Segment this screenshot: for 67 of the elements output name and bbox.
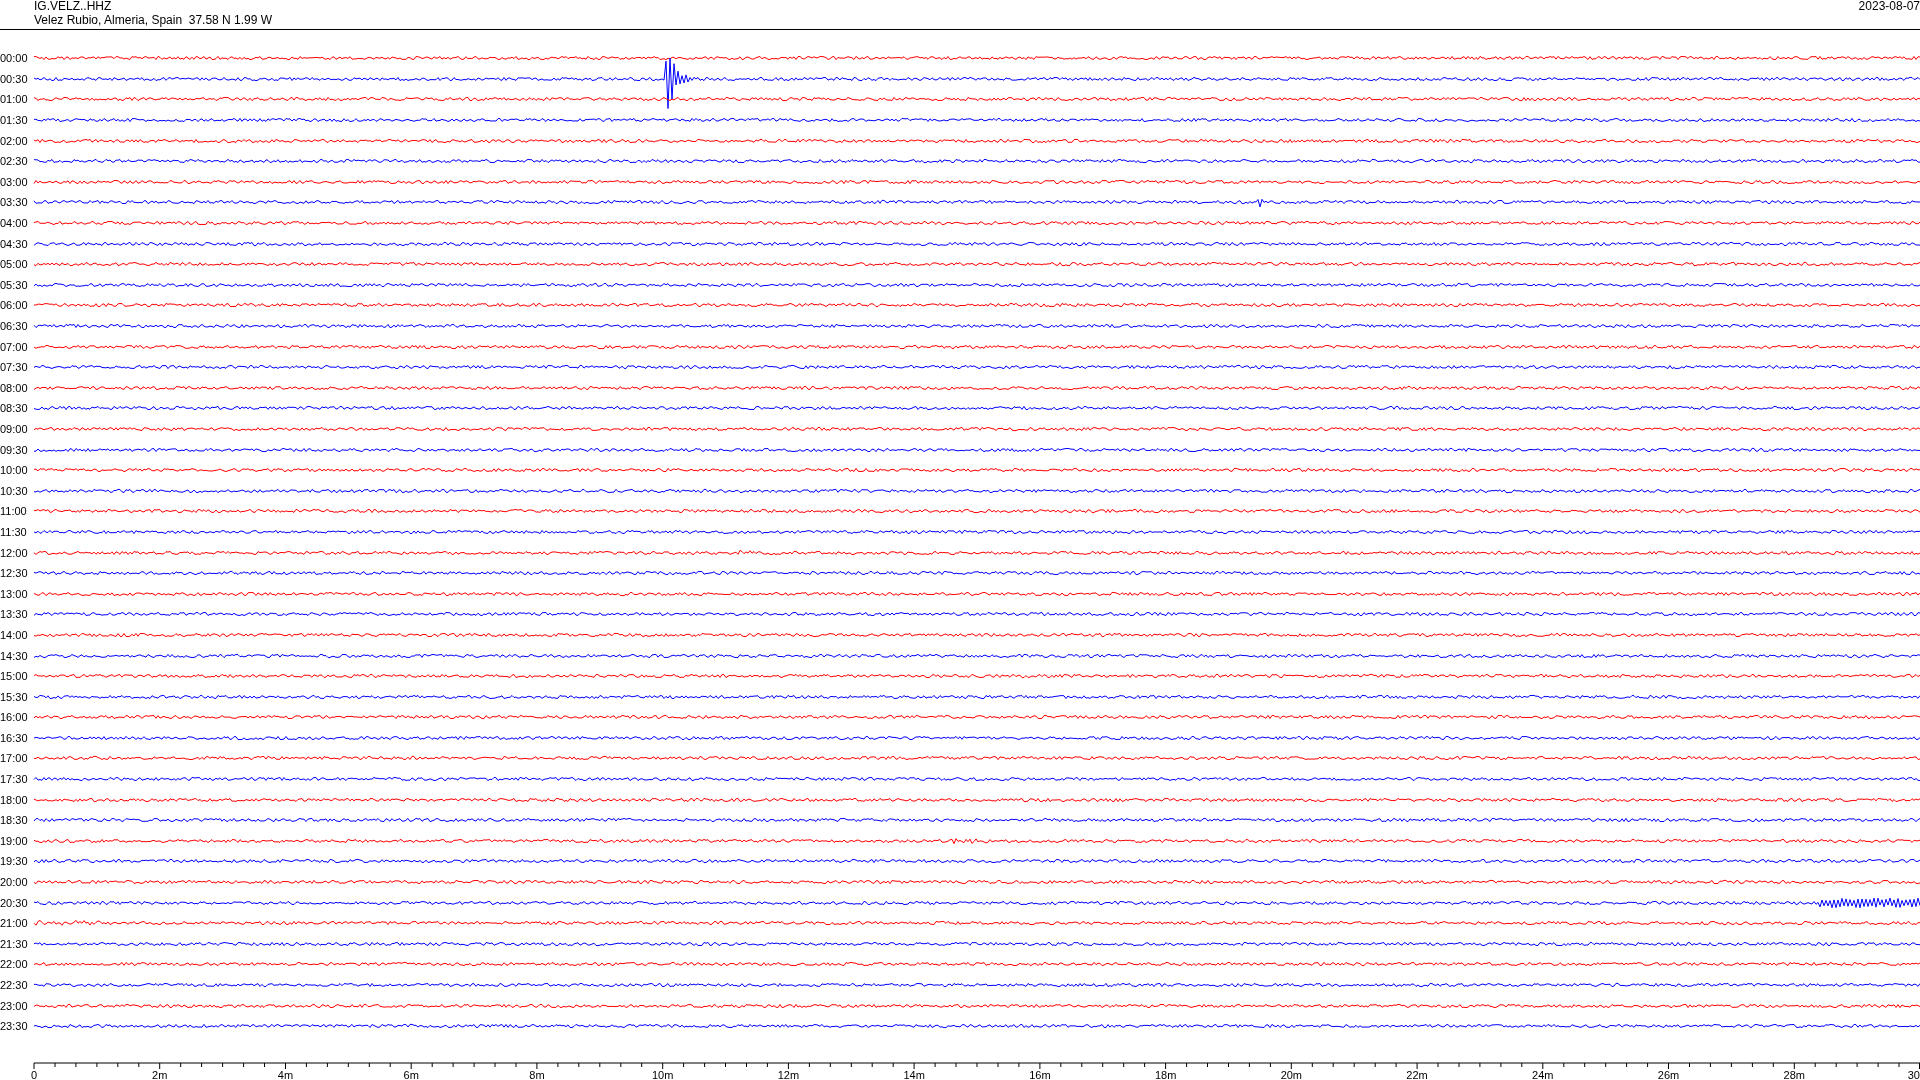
time-label: 13:00 (0, 587, 29, 600)
time-label: 12:00 (0, 546, 29, 559)
time-label: 06:00 (0, 299, 29, 312)
time-label: 06:30 (0, 320, 29, 332)
axis-label: 14m (903, 1068, 925, 1080)
time-label: 19:30 (0, 855, 29, 868)
time-label: 17:30 (0, 773, 29, 786)
axis-label: 10m (651, 1068, 674, 1080)
time-label: 03:00 (0, 175, 29, 188)
time-label: 12:30 (0, 567, 29, 580)
axis-label: 22m (1406, 1068, 1428, 1080)
time-label: 03:30 (0, 196, 29, 209)
time-label: 01:00 (0, 93, 29, 106)
time-label: 00:30 (0, 72, 29, 85)
time-label: 04:00 (0, 217, 29, 230)
time-label: 07:30 (0, 361, 29, 374)
time-label: 20:00 (0, 876, 29, 889)
time-label: 22:30 (0, 979, 29, 991)
date-label: 2023-08-07 (1858, 0, 1920, 13)
time-label: 20:30 (0, 896, 29, 909)
time-label: 08:30 (0, 402, 29, 415)
time-label: 18:30 (0, 814, 29, 827)
time-label: 14:00 (0, 628, 29, 641)
time-label: 16:00 (0, 711, 29, 724)
time-label: 00:00 (0, 52, 29, 65)
time-label: 17:00 (0, 752, 29, 765)
time-label: 11:00 (0, 505, 28, 518)
time-label: 09:00 (0, 423, 29, 435)
time-label: 11:30 (0, 525, 28, 538)
axis-label: 28m (1783, 1068, 1805, 1080)
station-location: Velez Rubio, Almeria, Spain 37.58 N 1.99 W (34, 13, 273, 27)
time-label: 02:30 (0, 155, 29, 168)
axis-label: 12m (777, 1068, 800, 1080)
time-label: 09:30 (0, 443, 29, 456)
time-label: 10:00 (0, 464, 29, 477)
time-label: 21:00 (0, 917, 29, 930)
axis-label: 20m (1280, 1068, 1303, 1080)
axis-label: 0 (30, 1068, 38, 1080)
axis-label: 30 (1907, 1068, 1920, 1080)
axis-label: 4m (277, 1068, 294, 1080)
time-label: 15:00 (0, 670, 29, 683)
time-label: 04:30 (0, 237, 29, 250)
time-label: 10:30 (0, 484, 29, 497)
time-label: 15:30 (0, 690, 29, 703)
axis-label: 8m (529, 1068, 545, 1080)
time-label: 19:00 (0, 834, 29, 847)
time-label: 16:30 (0, 731, 29, 744)
time-label: 07:00 (0, 340, 29, 353)
time-label: 23:00 (0, 999, 29, 1012)
time-label: 13:30 (0, 608, 29, 621)
station-code: IG.VELZ..HHZ (34, 0, 112, 13)
time-label: 14:30 (0, 649, 29, 662)
axis-label: 26m (1657, 1068, 1680, 1080)
axis-label: 18m (1154, 1068, 1177, 1080)
axis-label: 24m (1532, 1068, 1554, 1080)
time-label: 01:30 (0, 114, 29, 127)
time-label: 18:00 (0, 793, 29, 806)
axis-label: 2m (152, 1068, 168, 1080)
time-label: 02:00 (0, 134, 29, 147)
time-label: 05:00 (0, 258, 29, 271)
time-label: 08:00 (0, 381, 29, 394)
axis-label: 16m (1029, 1068, 1051, 1080)
time-label: 23:30 (0, 1020, 29, 1033)
axis-label: 6m (403, 1068, 419, 1080)
time-label: 21:30 (0, 937, 29, 950)
time-label: 05:30 (0, 278, 29, 291)
time-label: 22:00 (0, 958, 29, 971)
